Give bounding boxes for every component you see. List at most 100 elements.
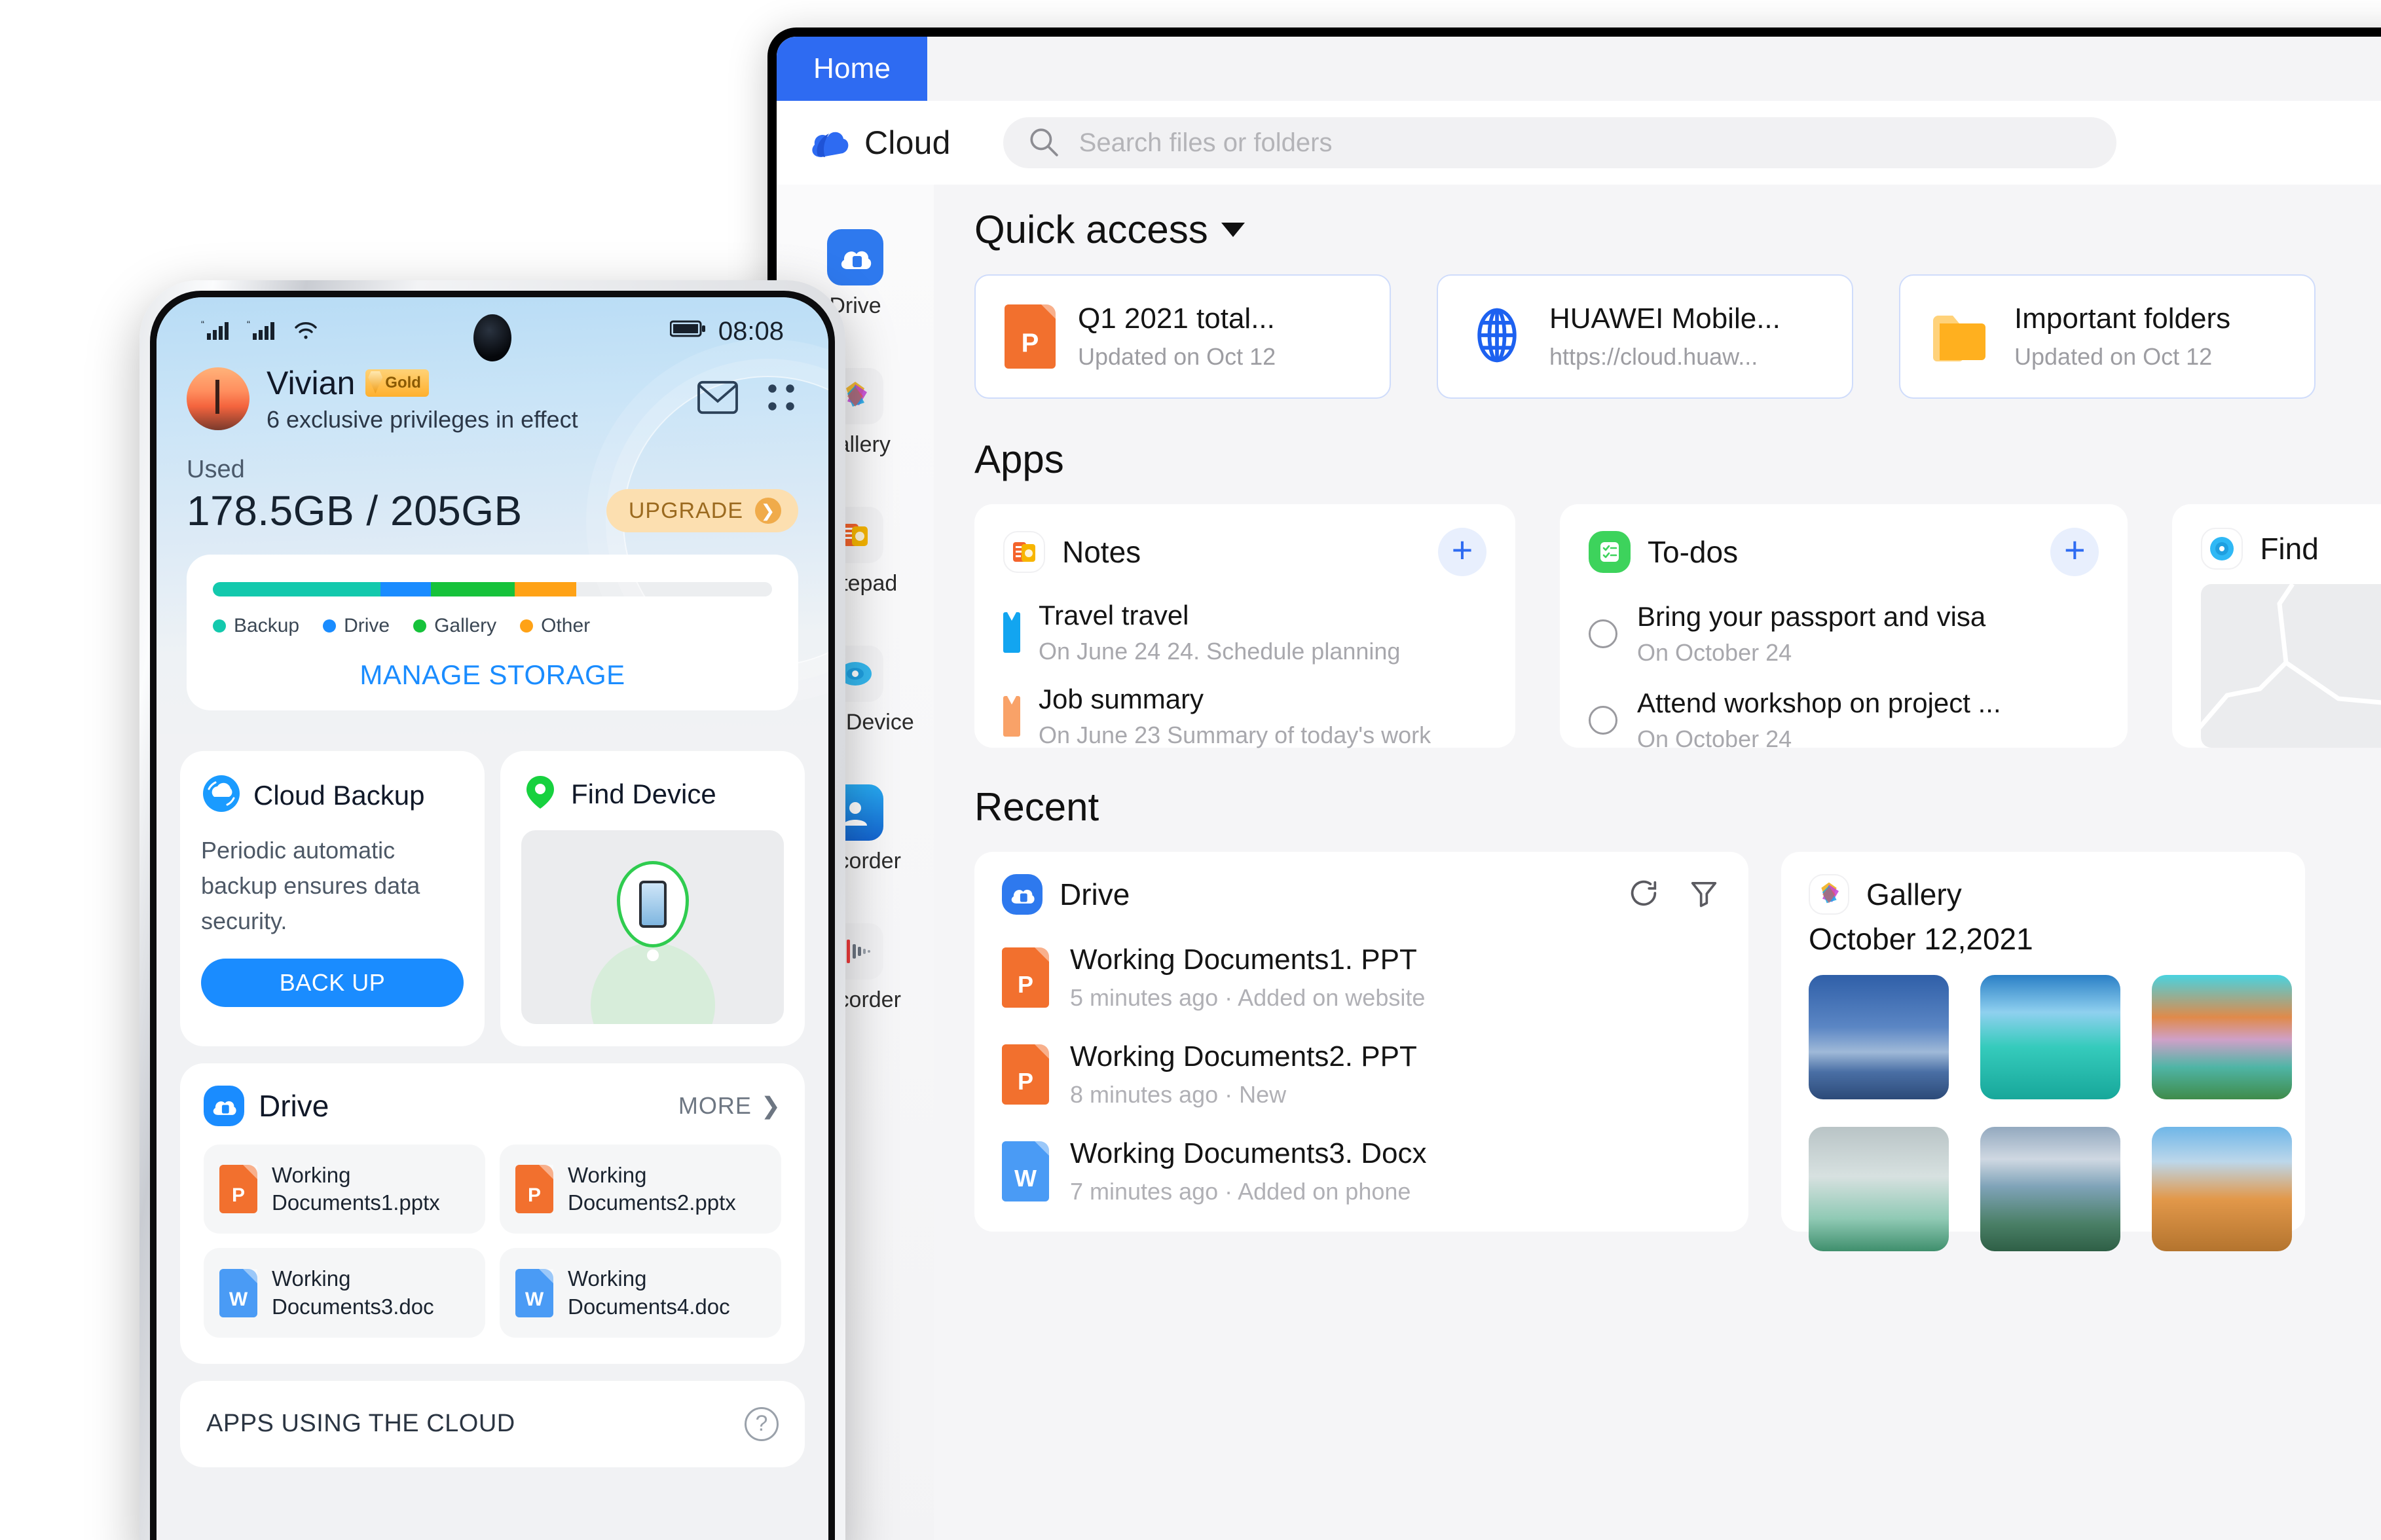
drive-file-tile[interactable]: P Working Documents1.pptx bbox=[204, 1145, 485, 1234]
drive-file-tile[interactable]: W Working Documents4.doc bbox=[500, 1248, 781, 1338]
gallery-thumb[interactable] bbox=[1980, 975, 2120, 1099]
legend-label: Gallery bbox=[434, 615, 497, 636]
gallery-thumb[interactable] bbox=[2152, 1127, 2292, 1251]
manage-storage-button[interactable]: MANAGE STORAGE bbox=[213, 659, 772, 691]
phone-glyph-icon bbox=[638, 881, 667, 928]
quick-access-card[interactable]: Important folders Updated on Oct 12 bbox=[1899, 274, 2316, 399]
avatar[interactable] bbox=[187, 367, 249, 430]
chevron-right-icon: ❯ bbox=[755, 498, 781, 524]
quick-access-title: Quick access bbox=[974, 208, 1208, 251]
upgrade-label: UPGRADE bbox=[628, 498, 743, 523]
file-title: Working Documents2. PPT bbox=[1070, 1040, 1417, 1072]
todo-subtitle: On October 24 bbox=[1637, 725, 1792, 752]
qa-subtitle: Updated on Oct 12 bbox=[2014, 343, 2213, 370]
app-name: Notes bbox=[1062, 535, 1141, 569]
qa-subtitle: Updated on Oct 12 bbox=[1078, 343, 1276, 370]
recent-file-row[interactable]: W Working Documents3. Docx 7 minutes ago… bbox=[1002, 1123, 1721, 1220]
cloud-logo-icon bbox=[809, 124, 850, 162]
account-name: Vivian bbox=[267, 365, 356, 401]
more-options-icon[interactable] bbox=[764, 378, 798, 420]
mail-icon[interactable] bbox=[696, 378, 739, 420]
recent-card-drive: Drive P Working Documents1. PPT 5 minute… bbox=[974, 852, 1748, 1232]
filter-icon[interactable] bbox=[1687, 876, 1721, 913]
add-note-button[interactable]: + bbox=[1438, 528, 1486, 576]
drive-file-tile[interactable]: W Working Documents3.doc bbox=[204, 1248, 485, 1338]
find-device-title: Find Device bbox=[571, 778, 716, 809]
apps-using-cloud-title: APPS USING THE CLOUD bbox=[206, 1410, 515, 1438]
ppt-file-icon: P bbox=[1005, 304, 1056, 369]
drive-file-tile[interactable]: P Working Documents2.pptx bbox=[500, 1145, 781, 1234]
find-device-map[interactable] bbox=[521, 830, 784, 1024]
file-title: Working Documents1. PPT bbox=[1070, 944, 1417, 976]
add-todo-button[interactable]: + bbox=[2050, 528, 2099, 576]
word-file-icon: W bbox=[1002, 1141, 1049, 1201]
qa-title: Important folders bbox=[2014, 302, 2231, 335]
qa-subtitle: https://cloud.huaw... bbox=[1549, 343, 1758, 370]
todo-list-item[interactable]: Bring your passport and visa On October … bbox=[1589, 591, 2099, 677]
upgrade-button[interactable]: UPGRADE ❯ bbox=[606, 489, 798, 532]
todo-checkbox[interactable] bbox=[1589, 706, 1617, 735]
legend-label: Other bbox=[541, 615, 591, 636]
drive-icon bbox=[1002, 874, 1043, 915]
phone-drive-title: Drive bbox=[259, 1089, 329, 1123]
quick-access-header[interactable]: Quick access bbox=[974, 207, 2381, 252]
recent-file-row[interactable]: P Working Documents2. PPT 8 minutes ago … bbox=[1002, 1026, 1721, 1123]
wifi-icon bbox=[293, 319, 319, 344]
phone-screen: “ “ 08:08 Vivian Gold 6 exclusive privil… bbox=[157, 297, 828, 1540]
search-input[interactable]: Search files or folders bbox=[1003, 117, 2116, 168]
gallery-thumb[interactable] bbox=[1980, 1127, 2120, 1251]
quick-access-row: P Q1 2021 total... Updated on Oct 12 HUA… bbox=[974, 274, 2381, 399]
help-icon[interactable]: ? bbox=[745, 1406, 779, 1441]
storage-card: Backup Drive Gallery Other MANAGE STORAG… bbox=[187, 555, 798, 710]
todo-title: Attend workshop on project ... bbox=[1637, 688, 2001, 718]
gallery-thumb[interactable] bbox=[1809, 1127, 1949, 1251]
recent-drive-name: Drive bbox=[1060, 877, 1130, 911]
storage-used-value: 178.5GB / 205GB bbox=[187, 487, 523, 534]
todo-checkbox[interactable] bbox=[1589, 619, 1617, 648]
brand: Cloud bbox=[809, 124, 951, 162]
cloud-backup-title: Cloud Backup bbox=[253, 779, 425, 811]
status-badge: Gold bbox=[365, 369, 429, 397]
chevron-down-icon[interactable] bbox=[1221, 222, 1245, 237]
account-header[interactable]: Vivian Gold 6 exclusive privileges in ef… bbox=[187, 360, 798, 433]
back-up-button[interactable]: BACK UP bbox=[201, 959, 464, 1007]
ppt-file-icon: P bbox=[515, 1165, 553, 1214]
drive-more-button[interactable]: MORE ❯ bbox=[678, 1092, 781, 1120]
tab-home[interactable]: Home bbox=[777, 37, 928, 101]
bookmark-icon bbox=[1003, 612, 1020, 653]
brand-name: Cloud bbox=[864, 124, 951, 161]
globe-icon bbox=[1467, 305, 1527, 369]
search-icon bbox=[1027, 125, 1060, 161]
note-list-item[interactable]: Travel travel On June 24 24. Schedule pl… bbox=[1003, 591, 1486, 674]
storage-legend: Backup Drive Gallery Other bbox=[213, 615, 772, 637]
phone-hero: “ “ 08:08 Vivian Gold 6 exclusive privil… bbox=[157, 297, 828, 734]
svg-text:“: “ bbox=[247, 319, 250, 330]
ppt-file-icon: P bbox=[1002, 1044, 1049, 1105]
quick-access-card[interactable]: P Q1 2021 total... Updated on Oct 12 bbox=[974, 274, 1391, 399]
legend-item: Gallery bbox=[413, 615, 496, 637]
drive-more-label: MORE bbox=[678, 1092, 752, 1119]
cloud-backup-card: Cloud Backup Periodic automatic backup e… bbox=[180, 751, 485, 1046]
file-subtitle: 5 minutes ago · Added on website bbox=[1070, 984, 1426, 1011]
apps-row: Notes + Travel travel On June 24 24. Sch… bbox=[974, 504, 2381, 752]
note-subtitle: On June 24 24. Schedule planning bbox=[1039, 638, 1401, 665]
battery-icon bbox=[669, 317, 708, 346]
gallery-thumb[interactable] bbox=[1809, 975, 1949, 1099]
refresh-icon[interactable] bbox=[1627, 876, 1661, 913]
quick-access-card[interactable]: HUAWEI Mobile... https://cloud.huaw... bbox=[1437, 274, 1853, 399]
ppt-file-icon: P bbox=[219, 1165, 257, 1214]
file-subtitle: 7 minutes ago · Added on phone bbox=[1070, 1178, 1411, 1205]
gallery-thumb[interactable] bbox=[2152, 975, 2292, 1099]
note-list-item[interactable]: Job summary On June 23 Summary of today'… bbox=[1003, 674, 1486, 758]
apps-using-cloud-card[interactable]: APPS USING THE CLOUD ? bbox=[180, 1380, 805, 1467]
recent-file-row[interactable]: P Working Documents1. PPT 5 minutes ago … bbox=[1002, 929, 1721, 1026]
find-device-map[interactable] bbox=[2201, 584, 2381, 748]
todo-list-item[interactable]: Attend workshop on project ... On Octobe… bbox=[1589, 677, 2099, 763]
signal-icon: “ bbox=[201, 319, 238, 344]
legend-item: Other bbox=[520, 615, 590, 637]
signal-icon: “ bbox=[247, 319, 284, 344]
storage-bar bbox=[213, 582, 772, 596]
app-card-find-device: Find bbox=[2172, 504, 2381, 748]
recent-gallery-name: Gallery bbox=[1866, 877, 1962, 911]
location-pin-icon bbox=[521, 773, 559, 815]
